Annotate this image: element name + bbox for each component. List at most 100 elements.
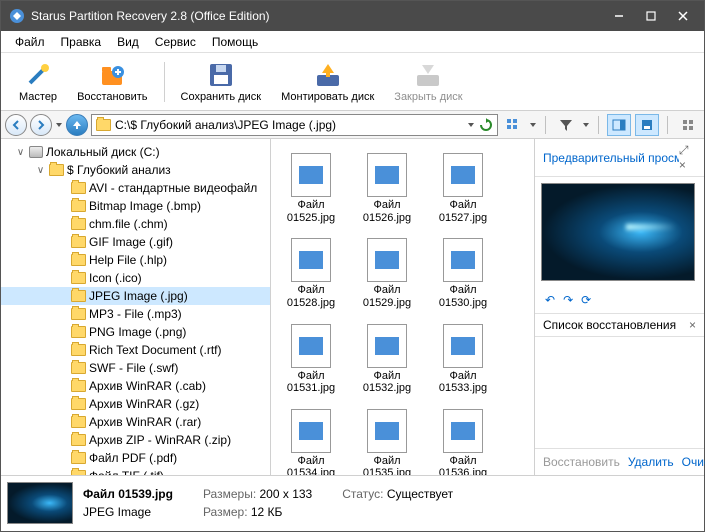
file-name: Файл 01531.jpg (281, 370, 341, 395)
tree-item[interactable]: Файл TIF (.tif) (1, 467, 270, 475)
folder-icon (71, 218, 86, 230)
drive-icon (29, 146, 43, 158)
view-dropdown-icon[interactable] (529, 121, 537, 129)
file-name: Файл 01532.jpg (357, 370, 417, 395)
file-list[interactable]: Файл 01525.jpg Файл 01526.jpgФайл 01527.j… (271, 139, 534, 475)
folder-icon (71, 380, 86, 392)
status-thumbnail (7, 482, 73, 524)
close-disk-icon (414, 61, 442, 89)
file-item[interactable]: Файл 01529.jpg (353, 234, 421, 313)
app-icon (9, 8, 25, 24)
folder-icon (71, 344, 86, 356)
save-disk-button[interactable]: Сохранить диск (173, 59, 270, 105)
image-file-icon (291, 409, 331, 453)
maximize-button[interactable] (644, 9, 658, 23)
file-name: Файл 01534.jpg (281, 455, 341, 475)
tree-item[interactable]: Help File (.hlp) (1, 251, 270, 269)
mount-disk-button[interactable]: Монтировать диск (273, 59, 382, 105)
file-item[interactable]: Файл 01526.jpg (353, 149, 421, 228)
tree-item[interactable]: Архив WinRAR (.gz) (1, 395, 270, 413)
menu-service[interactable]: Сервис (147, 32, 204, 52)
address-dropdown-icon[interactable] (467, 121, 475, 129)
tree-item[interactable]: Архив WinRAR (.cab) (1, 377, 270, 395)
tree-root[interactable]: ∨Локальный диск (C:) (1, 143, 270, 161)
action-clear[interactable]: Очисти (682, 455, 705, 469)
filter-dropdown-icon[interactable] (582, 121, 590, 129)
tree-item[interactable]: JPEG Image (.jpg) (1, 287, 270, 305)
tree-item[interactable]: SWF - File (.swf) (1, 359, 270, 377)
folder-icon (71, 236, 86, 248)
folder-icon (71, 398, 86, 410)
folder-icon (96, 119, 111, 131)
folder-tree[interactable]: ∨Локальный диск (C:) ∨$ Глубокий анализ … (1, 139, 271, 475)
action-delete[interactable]: Удалить (628, 455, 674, 469)
toolbar-separator (164, 62, 165, 102)
file-item[interactable]: Файл 01532.jpg (353, 320, 421, 399)
image-file-icon (443, 153, 483, 197)
file-item[interactable]: Файл 01528.jpg (277, 234, 345, 313)
window-title: Starus Partition Recovery 2.8 (Office Ed… (31, 9, 612, 23)
tree-item[interactable]: GIF Image (.gif) (1, 233, 270, 251)
wizard-button[interactable]: Мастер (11, 59, 65, 105)
file-item[interactable]: Файл 01531.jpg (277, 320, 345, 399)
tree-item[interactable]: AVI - стандартные видеофайл (1, 179, 270, 197)
wand-icon (24, 61, 52, 89)
up-button[interactable] (66, 114, 88, 136)
close-list-icon[interactable]: × (689, 318, 696, 332)
status-bar: Файл 01539.jpg Размеры: 200 x 133 Статус… (1, 475, 704, 529)
main-content: ∨Локальный диск (C:) ∨$ Глубокий анализ … (1, 139, 704, 475)
menu-file[interactable]: Файл (7, 32, 53, 52)
address-bar[interactable] (91, 114, 498, 136)
tree-item[interactable]: Файл PDF (.pdf) (1, 449, 270, 467)
minimize-button[interactable] (612, 9, 626, 23)
side-panel: Предварительный просмотр ⤢ × ↶ ↷ ⟳ Списо… (534, 139, 704, 475)
folder-icon (71, 362, 86, 374)
rotate-right-icon[interactable]: ↷ (563, 293, 573, 307)
menu-view[interactable]: Вид (109, 32, 147, 52)
recovery-list-title: Список восстановления (543, 318, 676, 332)
file-name: Файл 01528.jpg (281, 284, 341, 309)
file-item[interactable]: Файл 01527.jpg (429, 149, 497, 228)
close-button[interactable] (676, 9, 690, 23)
restore-button[interactable]: Восстановить (69, 59, 155, 105)
toolbar: Мастер Восстановить Сохранить диск Монти… (1, 53, 704, 111)
tree-item[interactable]: PNG Image (.png) (1, 323, 270, 341)
preview-panel-button[interactable] (607, 114, 631, 136)
view-mode-button[interactable] (501, 114, 525, 136)
history-dropdown-icon[interactable] (55, 121, 63, 129)
file-item[interactable]: Файл 01535.jpg (353, 405, 421, 475)
menubar: Файл Правка Вид Сервис Помощь (1, 31, 704, 53)
back-button[interactable] (5, 114, 27, 136)
save-layout-button[interactable] (635, 114, 659, 136)
file-item[interactable]: Файл 01534.jpg (277, 405, 345, 475)
file-item[interactable]: Файл 01533.jpg (429, 320, 497, 399)
file-name: Файл 01530.jpg (433, 284, 493, 309)
forward-button[interactable] (30, 114, 52, 136)
file-item[interactable]: Файл 01530.jpg (429, 234, 497, 313)
rotate-reset-icon[interactable]: ⟳ (581, 293, 591, 307)
image-file-icon (367, 238, 407, 282)
tree-item[interactable]: Архив WinRAR (.rar) (1, 413, 270, 431)
tree-deep-analysis[interactable]: ∨$ Глубокий анализ (1, 161, 270, 179)
filter-button[interactable] (554, 114, 578, 136)
tree-item[interactable]: Icon (.ico) (1, 269, 270, 287)
options-button[interactable] (676, 114, 700, 136)
tree-item[interactable]: chm.file (.chm) (1, 215, 270, 233)
recovery-list[interactable] (535, 337, 704, 448)
file-item[interactable]: Файл 01536.jpg (429, 405, 497, 475)
file-name: Файл 01525.jpg (281, 199, 341, 224)
menu-help[interactable]: Помощь (204, 32, 266, 52)
file-item[interactable]: Файл 01525.jpg (277, 149, 345, 228)
refresh-icon[interactable] (479, 118, 493, 132)
tree-item[interactable]: Архив ZIP - WinRAR (.zip) (1, 431, 270, 449)
tree-item[interactable]: Rich Text Document (.rtf) (1, 341, 270, 359)
file-name: Файл 01536.jpg (433, 455, 493, 475)
menu-edit[interactable]: Правка (53, 32, 110, 52)
tree-item[interactable]: Bitmap Image (.bmp) (1, 197, 270, 215)
tree-item[interactable]: MP3 - File (.mp3) (1, 305, 270, 323)
file-name: Файл 01535.jpg (357, 455, 417, 475)
folder-icon (71, 416, 86, 428)
pin-icon[interactable]: ⤢ × (679, 143, 696, 172)
address-input[interactable] (115, 118, 463, 132)
rotate-left-icon[interactable]: ↶ (545, 293, 555, 307)
